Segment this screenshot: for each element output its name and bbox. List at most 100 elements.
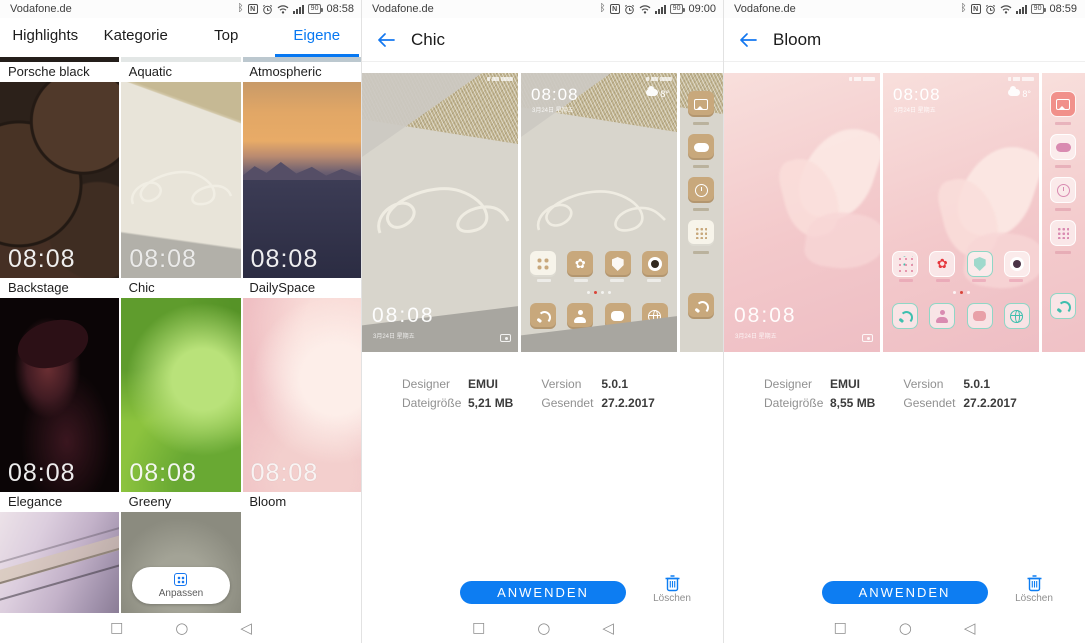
theme-detail-chic-screen: Vodafone.de ᛒ N 90 09:00 Chic (362, 0, 724, 643)
phone-icon (530, 303, 556, 329)
status-time: 09:00 (688, 3, 716, 15)
home-button[interactable]: ○ (899, 621, 912, 636)
phone-icon (1050, 293, 1076, 319)
contacts-icon (929, 303, 955, 329)
preview-applist[interactable] (1042, 73, 1085, 352)
preview-date: 3月24日 星期五 (894, 105, 936, 114)
homescreen-icon-row: ✿ (521, 251, 677, 277)
status-bar: Vodafone.de ᛒ N 90 08:59 (724, 0, 1085, 18)
preview-lockscreen[interactable]: 08:08 3月24日 星期五 (362, 73, 518, 352)
version-label: Version (541, 377, 601, 391)
filesize-label: Dateigröße (402, 396, 468, 410)
back-arrow-icon[interactable] (738, 32, 757, 48)
thumb-clock: 08:08 (251, 459, 319, 488)
gallery-icon (1050, 91, 1076, 117)
page-title: Bloom (773, 30, 821, 50)
designer-label: Designer (402, 377, 468, 391)
temperature: 8° (660, 89, 669, 99)
version-value: 5.0.1 (963, 377, 990, 391)
page-dots (521, 291, 677, 294)
tools-folder-icon (688, 220, 714, 246)
weather-widget: 8° (646, 89, 669, 99)
filesize-label: Dateigröße (764, 396, 830, 410)
preview-lockscreen[interactable]: 08:08 3月24日 星期五 (724, 73, 880, 352)
theme-thumb-bloom[interactable]: 08:08 (243, 298, 362, 492)
theme-row-2: 08:08 08:08 08:08 (0, 298, 362, 492)
theme-label-bloom[interactable]: Bloom (241, 492, 362, 512)
back-button[interactable]: ◁ (964, 621, 976, 636)
surface-wedge (362, 73, 482, 157)
preview-homescreen[interactable]: 08:08 3月24日 星期五 8° ✿ (521, 73, 677, 352)
games-icon (1050, 134, 1076, 160)
recents-button[interactable]: □ (472, 621, 485, 635)
theme-thumb-customize[interactable]: Anpassen (121, 512, 240, 614)
silhouette-hat (12, 312, 94, 376)
preview-statusbar-icons (487, 77, 513, 81)
icon-caption (1055, 122, 1071, 125)
weather-widget: 8° (1008, 89, 1031, 99)
home-button[interactable]: ○ (537, 621, 550, 636)
nfc-icon: N (610, 4, 620, 14)
alarm-icon (985, 4, 996, 15)
preview-date: 3月24日 星期五 (735, 331, 777, 340)
camera-shortcut-icon (500, 334, 511, 342)
thumb-clock: 08:08 (129, 245, 197, 274)
customize-label: Anpassen (159, 588, 203, 599)
temperature: 8° (1022, 89, 1031, 99)
theme-labels-row: Elegance Greeny Bloom (0, 492, 362, 512)
icon-captions (521, 279, 677, 282)
home-button[interactable]: ○ (175, 621, 188, 636)
theme-label-elegance[interactable]: Elegance (0, 492, 121, 512)
phone-icon (688, 293, 714, 319)
preview-homescreen[interactable]: 08:08 3月24日 星期五 8° ✿ (883, 73, 1039, 352)
back-button[interactable]: ◁ (240, 621, 252, 636)
delete-button[interactable]: Löschen (1012, 573, 1056, 604)
delete-label: Löschen (653, 593, 691, 604)
back-button[interactable]: ◁ (602, 621, 614, 636)
apply-button[interactable]: ANWENDEN (822, 581, 988, 604)
theme-info: DesignerEMUI Dateigröße5,21 MB Version5.… (402, 377, 655, 410)
recents-button[interactable]: □ (110, 621, 123, 635)
customize-icon (174, 573, 187, 586)
theme-label-dailyspace[interactable]: DailySpace (241, 278, 362, 298)
delete-button[interactable]: Löschen (650, 573, 694, 604)
script-swirl (125, 152, 235, 222)
tab-kategorie[interactable]: Kategorie (91, 18, 182, 57)
browser-icon (1004, 303, 1030, 329)
preview-clock: 08:08 (372, 304, 435, 328)
theme-label-porsche-black[interactable]: Porsche black (0, 62, 121, 82)
tab-top[interactable]: Top (181, 18, 272, 57)
tools-folder-icon (1050, 220, 1076, 246)
tab-eigene[interactable]: Eigene (272, 18, 363, 57)
apply-button[interactable]: ANWENDEN (460, 581, 626, 604)
recents-button[interactable]: □ (834, 621, 847, 635)
thumb-clock: 08:08 (251, 245, 319, 274)
theme-label-aquatic[interactable]: Aquatic (121, 62, 242, 82)
theme-thumb-chic[interactable]: 08:08 (121, 82, 240, 278)
status-icons: ᛒ N 90 08:58 (238, 3, 354, 15)
theme-thumb-wallpaper[interactable] (0, 512, 119, 614)
customize-button[interactable]: Anpassen (132, 567, 230, 604)
signal-icon (655, 5, 666, 14)
theme-thumb-backstage[interactable]: 08:08 (0, 82, 119, 278)
version-label: Version (903, 377, 963, 391)
theme-label-chic[interactable]: Chic (121, 278, 242, 298)
theme-label-atmospheric[interactable]: Atmospheric (241, 62, 362, 82)
theme-thumb-greeny[interactable]: 08:08 (121, 298, 240, 492)
status-bar: Vodafone.de ᛒ N 90 08:58 (0, 0, 362, 18)
theme-thumb-elegance[interactable]: 08:08 (0, 298, 119, 492)
shield-icon (605, 251, 631, 277)
preview-clock: 08:08 (734, 304, 797, 328)
tab-highlights[interactable]: Highlights (0, 18, 91, 57)
theme-thumb-dailyspace[interactable]: 08:08 (243, 82, 362, 278)
theme-label-greeny[interactable]: Greeny (121, 492, 242, 512)
theme-label-backstage[interactable]: Backstage (0, 278, 121, 298)
status-icons: ᛒ N 90 08:59 (961, 3, 1077, 15)
status-icons: ᛒ N 90 09:00 (600, 3, 716, 15)
filesize-value: 5,21 MB (468, 396, 513, 410)
detail-header: Chic (362, 18, 724, 62)
preview-applist[interactable] (680, 73, 724, 352)
back-arrow-icon[interactable] (376, 32, 395, 48)
theme-labels-row: Backstage Chic DailySpace (0, 278, 362, 298)
preview-statusbar-icons (849, 77, 875, 81)
